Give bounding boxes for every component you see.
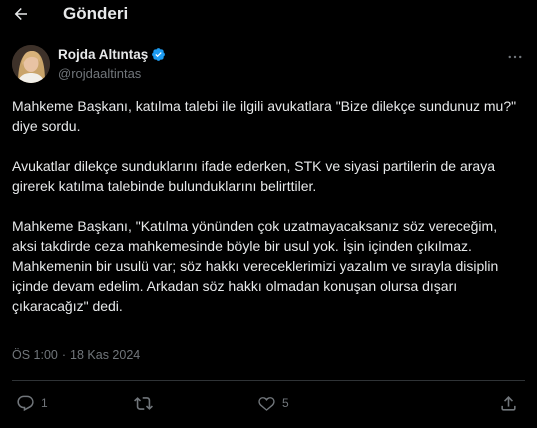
reply-icon xyxy=(17,395,34,411)
name-row: Rojda Altıntaş xyxy=(58,47,166,62)
back-button[interactable] xyxy=(10,3,32,25)
timestamp-separator: · xyxy=(61,348,67,362)
share-icon xyxy=(501,395,516,411)
tweet-paragraph: Mahkeme Başkanı, katılma talebi ile ilgi… xyxy=(12,98,520,134)
more-icon xyxy=(508,55,522,59)
like-button[interactable]: 5 xyxy=(257,390,289,416)
display-name[interactable]: Rojda Altıntaş xyxy=(58,47,148,62)
reply-count: 1 xyxy=(41,396,48,410)
retweet-button[interactable] xyxy=(134,390,159,416)
like-icon xyxy=(258,396,275,411)
page-title: Gönderi xyxy=(63,4,129,23)
share-button[interactable] xyxy=(499,390,518,416)
like-count: 5 xyxy=(282,396,289,410)
reply-button[interactable]: 1 xyxy=(16,390,48,416)
divider xyxy=(12,380,525,381)
tweet-paragraph: Mahkeme Başkanı, "Katılma yönünden çok u… xyxy=(12,218,503,314)
action-bar: 1 5 xyxy=(12,390,525,416)
avatar[interactable] xyxy=(12,45,50,83)
tweet-text: Mahkeme Başkanı, katılma talebi ile ilgi… xyxy=(12,96,525,316)
user-handle[interactable]: @rojdaaltintas xyxy=(58,66,141,81)
back-arrow-icon xyxy=(14,8,27,20)
tweet-date[interactable]: 18 Kas 2024 xyxy=(70,348,140,362)
more-options-button[interactable] xyxy=(505,49,525,65)
verified-badge-icon xyxy=(152,48,166,61)
tweet-timestamp: ÖS 1:00 · 18 Kas 2024 xyxy=(12,348,140,362)
tweet-paragraph: Avukatlar dilekçe sunduklarını ifade ede… xyxy=(12,158,499,194)
tweet-time[interactable]: ÖS 1:00 xyxy=(12,348,58,362)
top-bar: Gönderi xyxy=(0,0,537,30)
retweet-icon xyxy=(134,396,153,410)
tweet-author: Rojda Altıntaş @rojdaaltintas xyxy=(12,45,525,85)
